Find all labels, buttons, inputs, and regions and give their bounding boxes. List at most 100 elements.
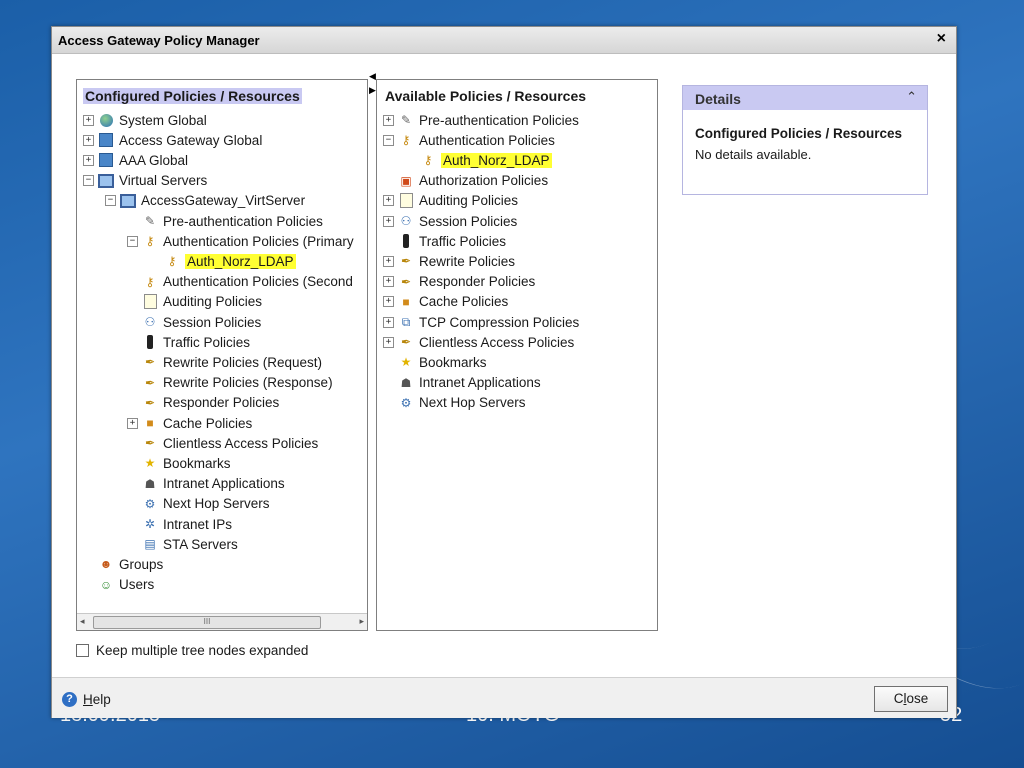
tree-item[interactable]: + ✒ Clientless Access Policies bbox=[383, 332, 574, 352]
tree-item-label: Auditing Policies bbox=[163, 294, 263, 310]
expander-icon[interactable]: + bbox=[383, 195, 394, 207]
tree-item[interactable]: ⚷ Authentication Policies (Second bbox=[127, 272, 353, 292]
expander-icon[interactable]: − bbox=[383, 134, 394, 146]
expander-icon[interactable]: + bbox=[383, 336, 394, 348]
title-bar[interactable]: Access Gateway Policy Manager × bbox=[52, 27, 956, 54]
traffic-light-icon bbox=[142, 334, 158, 350]
tree-item[interactable]: ✒ Clientless Access Policies bbox=[127, 433, 318, 453]
tree-item[interactable]: ✲ Intranet IPs bbox=[127, 514, 232, 534]
tree-item-label: Intranet IPs bbox=[163, 516, 233, 532]
sta-server-icon: ▤ bbox=[144, 537, 156, 552]
tree-item-label: Responder Policies bbox=[419, 274, 536, 290]
scroll-left-icon[interactable]: ◂ bbox=[80, 616, 85, 627]
help-icon: ? bbox=[62, 692, 77, 707]
tree-item-label: Session Policies bbox=[419, 213, 518, 229]
tree-item-label: Intranet Applications bbox=[419, 375, 541, 391]
key-icon: ⚷ bbox=[145, 274, 155, 289]
dialog-footer: ? Help Close bbox=[52, 677, 956, 718]
expander-icon[interactable]: − bbox=[127, 235, 138, 247]
scrollbar-thumb[interactable]: III bbox=[93, 616, 321, 629]
traffic-light-icon bbox=[398, 233, 414, 249]
tree-item[interactable]: ⚷ Auth_Norz_LDAP bbox=[405, 150, 552, 170]
tree-item[interactable]: Auditing Policies bbox=[127, 292, 262, 312]
tree-item[interactable]: − ⚷ Authentication Policies bbox=[383, 130, 555, 150]
expander-icon[interactable]: + bbox=[83, 114, 94, 126]
tree-item[interactable]: + ✒ Rewrite Policies bbox=[383, 251, 515, 271]
tree-item[interactable]: + ✒ Responder Policies bbox=[383, 272, 535, 292]
tree-item[interactable]: ⚇ Session Policies bbox=[127, 312, 262, 332]
tree-item[interactable]: − AccessGateway_VirtServer bbox=[105, 191, 305, 211]
tree-item[interactable]: + ✎ Pre-authentication Policies bbox=[383, 110, 579, 130]
tree-item[interactable]: − Virtual Servers bbox=[83, 171, 207, 191]
close-window-icon[interactable]: × bbox=[937, 30, 946, 48]
close-button[interactable]: Close bbox=[874, 686, 948, 712]
expander-icon[interactable]: + bbox=[383, 255, 394, 267]
expander-icon[interactable]: + bbox=[127, 417, 138, 429]
tree-item-label: Bookmarks bbox=[419, 354, 487, 370]
tree-item[interactable]: + ■ Cache Policies bbox=[383, 292, 508, 312]
cache-icon: ■ bbox=[402, 294, 410, 309]
tree-item-label: Cache Policies bbox=[163, 415, 253, 431]
expander-icon[interactable]: + bbox=[83, 134, 94, 146]
tree-item[interactable]: ☗ Intranet Applications bbox=[127, 474, 285, 494]
expander-icon[interactable]: − bbox=[105, 195, 116, 207]
splitter-arrow-left-icon[interactable]: ◀ bbox=[369, 71, 376, 82]
tree-item[interactable]: ★ Bookmarks bbox=[127, 453, 231, 473]
tree-item-label: AccessGateway_VirtServer bbox=[141, 193, 306, 209]
details-text: No details available. bbox=[695, 147, 812, 162]
tree-item[interactable]: Traffic Policies bbox=[383, 231, 506, 251]
tree-item-label: System Global bbox=[119, 112, 207, 128]
scroll-right-icon[interactable]: ▸ bbox=[359, 616, 364, 627]
tree-item[interactable]: + Access Gateway Global bbox=[83, 130, 262, 150]
horizontal-scrollbar[interactable]: ◂ III ▸ bbox=[77, 613, 367, 630]
help-link[interactable]: ? Help bbox=[62, 692, 111, 707]
tree-item-label: Rewrite Policies (Response) bbox=[163, 375, 333, 391]
tree-item[interactable]: + Auditing Policies bbox=[383, 191, 518, 211]
star-icon: ★ bbox=[144, 456, 156, 471]
tree-item[interactable]: ▣ Authorization Policies bbox=[383, 171, 548, 191]
expander-icon[interactable]: + bbox=[383, 296, 394, 308]
tree-item[interactable]: ✒ Rewrite Policies (Response) bbox=[127, 373, 333, 393]
tree-item[interactable]: ☺ Users bbox=[83, 575, 154, 595]
tree-item[interactable]: ✒ Responder Policies bbox=[127, 393, 279, 413]
configured-policies-panel: Configured Policies / Resources + System … bbox=[76, 79, 368, 631]
collapse-icon[interactable]: ⌃ bbox=[906, 89, 917, 105]
tree-item[interactable]: ⚙ Next Hop Servers bbox=[383, 393, 526, 413]
keep-expanded-label: Keep multiple tree nodes expanded bbox=[96, 643, 309, 658]
keep-expanded-option[interactable]: Keep multiple tree nodes expanded bbox=[76, 643, 308, 658]
expander-icon[interactable]: + bbox=[383, 114, 394, 126]
tree-item[interactable]: ⚙ Next Hop Servers bbox=[127, 494, 270, 514]
tree-item[interactable]: ✒ Rewrite Policies (Request) bbox=[127, 352, 322, 372]
tree-item[interactable]: − ⚷ Authentication Policies (Primary bbox=[127, 231, 354, 251]
tree-item-label: Clientless Access Policies bbox=[419, 334, 575, 350]
globe-icon bbox=[98, 112, 114, 128]
tree-item[interactable]: + AAA Global bbox=[83, 150, 188, 170]
expander-icon[interactable]: + bbox=[383, 276, 394, 288]
tree-item[interactable]: Traffic Policies bbox=[127, 332, 250, 352]
tree-item-label: Virtual Servers bbox=[119, 173, 208, 189]
tree-item[interactable]: + ⧉ TCP Compression Policies bbox=[383, 312, 579, 332]
expander-icon[interactable]: − bbox=[83, 175, 94, 187]
expander-icon[interactable]: + bbox=[83, 154, 94, 166]
tree-item[interactable]: ★ Bookmarks bbox=[383, 352, 487, 372]
key-icon: ⚷ bbox=[423, 153, 433, 168]
keep-expanded-checkbox[interactable] bbox=[76, 644, 89, 657]
tree-item-label: AAA Global bbox=[119, 152, 189, 168]
tree-item[interactable]: ⚷ Auth_Norz_LDAP bbox=[149, 251, 296, 271]
tree-item[interactable]: ▤ STA Servers bbox=[127, 534, 237, 554]
tree-item[interactable]: ☗ Intranet Applications bbox=[383, 373, 541, 393]
tree-item[interactable]: ✎ Pre-authentication Policies bbox=[127, 211, 323, 231]
tree-item-label: Authentication Policies bbox=[419, 132, 555, 148]
details-header[interactable]: Details ⌃ bbox=[683, 86, 927, 110]
tree-item[interactable]: + ⚇ Session Policies bbox=[383, 211, 517, 231]
tree-item[interactable]: ☻ Groups bbox=[83, 554, 164, 574]
key-icon: ⚷ bbox=[145, 234, 155, 249]
splitter-arrow-right-icon[interactable]: ▶ bbox=[369, 85, 376, 96]
tree-item[interactable]: + ■ Cache Policies bbox=[127, 413, 252, 433]
expander-icon[interactable]: + bbox=[383, 215, 394, 227]
tree-item[interactable]: + System Global bbox=[83, 110, 207, 130]
configured-panel-title[interactable]: Configured Policies / Resources bbox=[83, 88, 302, 104]
expander-icon[interactable]: + bbox=[383, 316, 394, 328]
server-icon bbox=[98, 173, 114, 189]
details-subtitle: Configured Policies / Resources bbox=[695, 126, 903, 141]
